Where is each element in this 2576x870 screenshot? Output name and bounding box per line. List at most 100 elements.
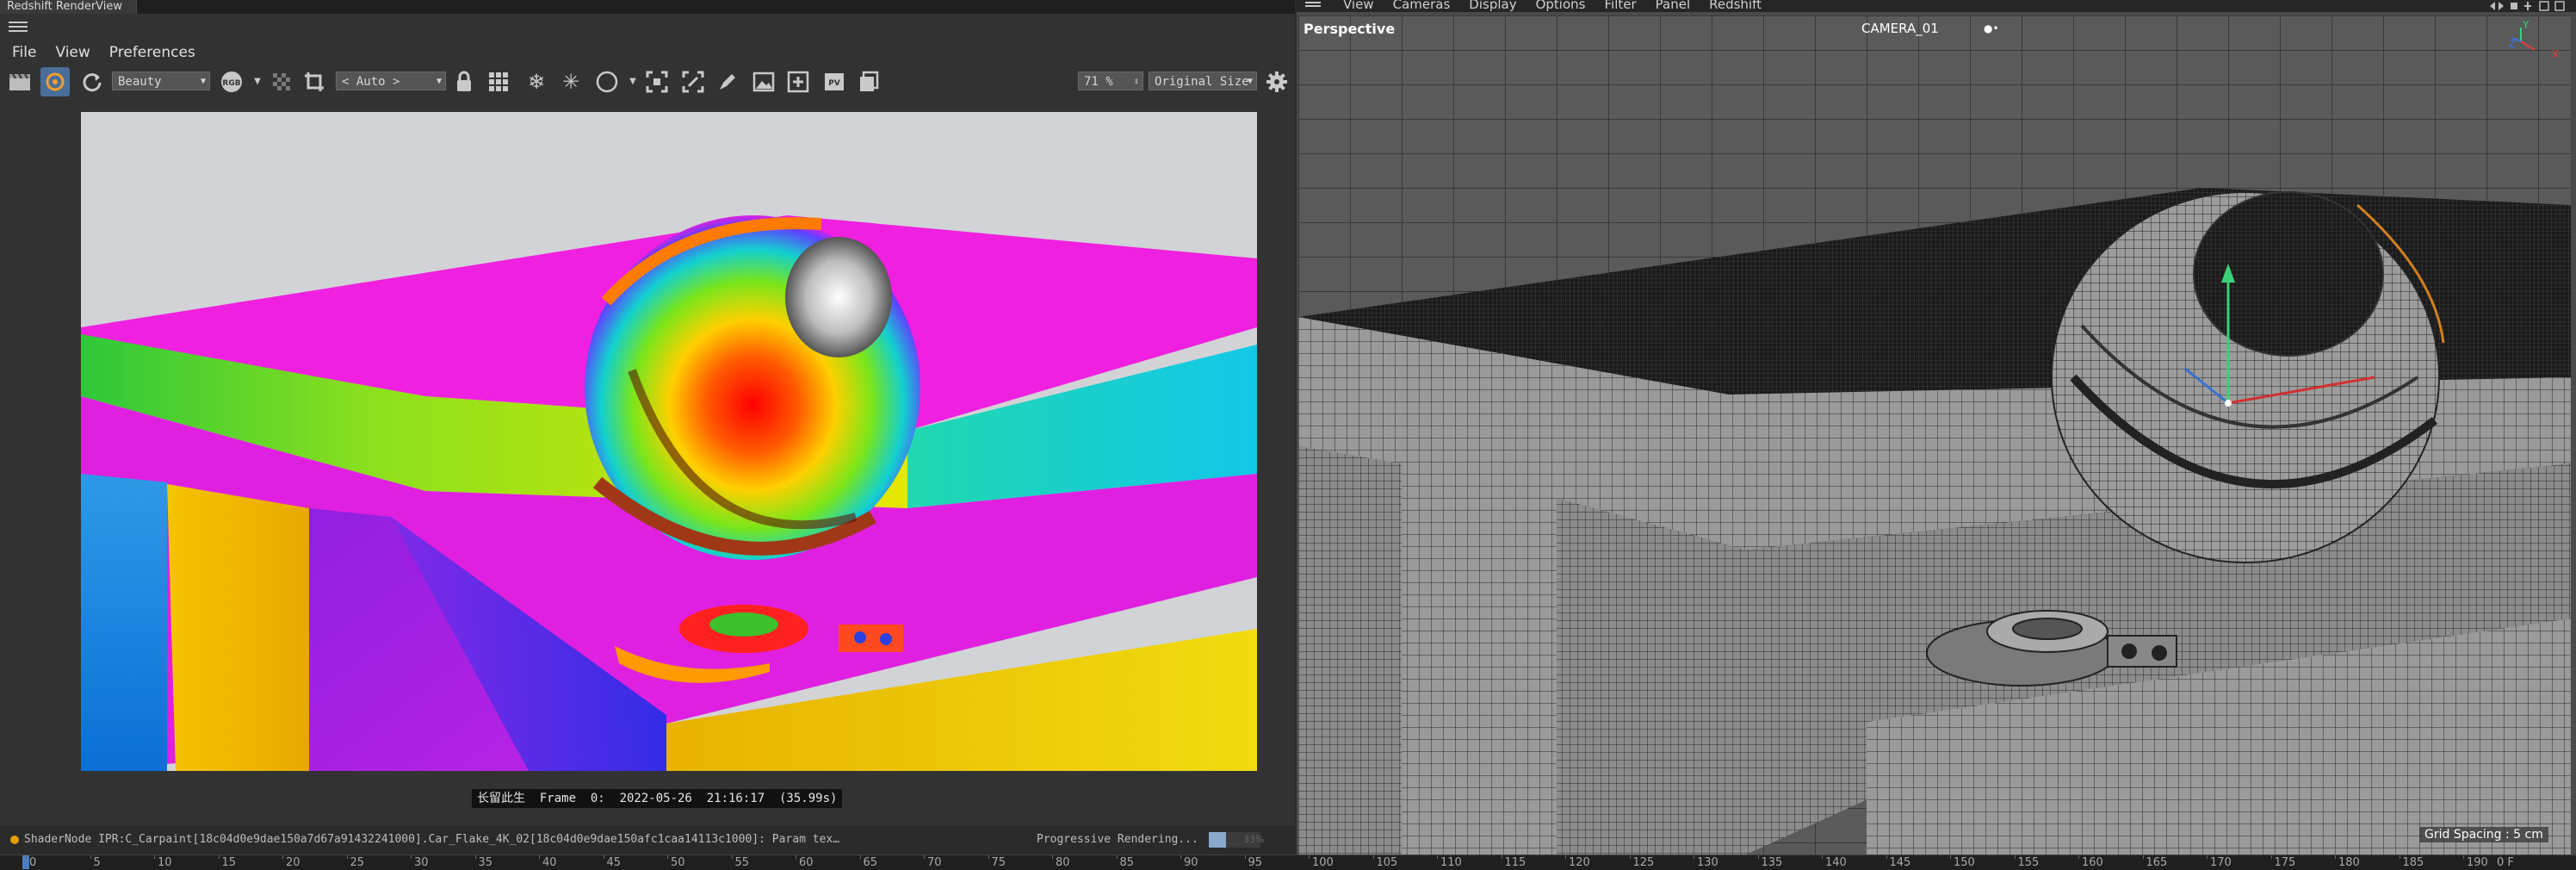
clapper-icon[interactable]: [5, 67, 34, 96]
timeline-tick-mark: [1757, 855, 1759, 859]
timeline-tick-label: 115: [1504, 856, 1526, 869]
axis-y-label: Y: [2523, 19, 2530, 31]
viewport-camera-label[interactable]: CAMERA_01: [1861, 21, 1939, 36]
size-select-value: Original Size: [1155, 75, 1249, 89]
camera-icon[interactable]: ●•: [1984, 22, 1999, 34]
grid-icon[interactable]: [484, 67, 513, 96]
timeline-tick-label: 135: [1761, 856, 1783, 869]
crop-icon[interactable]: [300, 67, 329, 96]
timeline-tick-label: 20: [286, 856, 300, 869]
timeline-tick-mark: [731, 855, 733, 859]
timeline-tick-label: 185: [2402, 856, 2424, 869]
pv-icon[interactable]: PV: [820, 67, 849, 96]
timeline[interactable]: [0, 854, 2576, 870]
edit-icon[interactable]: [713, 67, 742, 96]
timeline-tick-label: 125: [1632, 856, 1655, 869]
menu-file[interactable]: File: [12, 43, 36, 62]
timeline-tick-label: 0: [29, 856, 37, 869]
aov-select-value: Beauty: [118, 75, 162, 89]
axis-x-label: X: [2552, 48, 2560, 60]
timeline-tick-mark: [924, 855, 925, 859]
timeline-tick-label: 180: [2338, 856, 2360, 869]
timeline-tick-label: 15: [221, 856, 237, 869]
status-text: ShaderNode IPR:C_Carpaint[18c04d0e9dae15…: [24, 833, 840, 846]
size-select[interactable]: Original Size ▼: [1149, 71, 1257, 90]
timeline-tick-mark: [474, 855, 476, 859]
timeline-tick-label: 30: [414, 856, 429, 869]
timeline-tick-label: 5: [93, 856, 101, 869]
timeline-tick-label: 140: [1825, 856, 1847, 869]
timeline-tick-label: 120: [1569, 856, 1590, 869]
zoom-value: 71 %: [1084, 75, 1113, 89]
timeline-tick-label: 65: [863, 856, 878, 869]
viewport-view-label[interactable]: Perspective: [1303, 21, 1395, 37]
timeline-tick-mark: [1052, 855, 1053, 859]
aov-select[interactable]: Beauty ▼: [112, 71, 210, 90]
settings-icon[interactable]: [1262, 67, 1291, 96]
timeline-tick-label: 50: [671, 856, 685, 869]
viewport-menu: View Cameras Display Options Filter Pane…: [1343, 0, 1762, 11]
lock-icon[interactable]: [449, 67, 479, 96]
region-icon[interactable]: [678, 67, 708, 96]
image-icon[interactable]: [749, 67, 778, 96]
render-image-svg: [81, 112, 1257, 771]
timeline-tick-mark: [1565, 855, 1566, 859]
viewport-3d[interactable]: [1298, 16, 2571, 854]
viewport-hamburger-icon[interactable]: [1305, 0, 1321, 9]
vp-menu-options[interactable]: Options: [1536, 0, 1586, 11]
timeline-tick-label: 155: [2017, 856, 2040, 869]
timeline-tick-label: 150: [1954, 856, 1975, 869]
ipr-icon[interactable]: [40, 67, 70, 96]
timeline-tick-label: 55: [734, 856, 750, 869]
timeline-end-label: 0 F: [2497, 856, 2514, 869]
chevron-down-icon: ▼: [436, 77, 442, 86]
timeline-tick-mark: [2078, 855, 2079, 859]
rgb-channel-icon[interactable]: RGB: [217, 67, 246, 96]
snowflake-alt-icon[interactable]: ✳: [556, 67, 585, 96]
timeline-tick-label: 60: [799, 856, 814, 869]
refresh-icon[interactable]: [77, 67, 107, 96]
timeline-tick-label: 110: [1440, 856, 1462, 869]
hamburger-menu-icon[interactable]: [9, 19, 28, 34]
renderview-titlebar: [0, 0, 1295, 14]
vp-menu-redshift[interactable]: Redshift: [1709, 0, 1762, 11]
timeline-tick-mark: [988, 855, 989, 859]
timeline-tick-mark: [1116, 855, 1118, 859]
copy-icon[interactable]: [854, 67, 883, 96]
add-icon[interactable]: [783, 67, 813, 96]
vp-menu-view[interactable]: View: [1343, 0, 1374, 11]
vp-menu-panel[interactable]: Panel: [1656, 0, 1690, 11]
render-image[interactable]: [81, 112, 1257, 771]
svg-text:PV: PV: [828, 79, 840, 88]
vp-menu-cameras[interactable]: Cameras: [1393, 0, 1451, 11]
timeline-tick-mark: [1244, 855, 1246, 859]
timeline-tick-label: 85: [1119, 856, 1135, 869]
camera-select[interactable]: < Auto > ▼: [336, 71, 446, 90]
stepper-icon: ⇕: [1133, 77, 1139, 86]
timeline-tick-label: 165: [2146, 856, 2168, 869]
menu-view[interactable]: View: [55, 43, 90, 62]
timeline-tick-mark: [411, 855, 412, 859]
snowflake-icon[interactable]: ❄: [522, 67, 551, 96]
zoom-input[interactable]: 71 % ⇕: [1078, 71, 1143, 90]
timeline-tick-mark: [282, 855, 283, 859]
timeline-tick-label: 130: [1697, 856, 1718, 869]
timeline-tick-mark: [859, 855, 861, 859]
timeline-tick-mark: [2463, 855, 2464, 859]
svg-text:RGB: RGB: [222, 79, 240, 88]
timeline-tick-label: 25: [350, 856, 365, 869]
grid-spacing-label: Grid Spacing : 5 cm: [2419, 827, 2548, 842]
timeline-tick-mark: [1180, 855, 1181, 859]
menu-preferences[interactable]: Preferences: [109, 43, 195, 62]
viewport-nav-icons[interactable]: [2486, 0, 2573, 16]
timeline-tick-mark: [2270, 855, 2272, 859]
fit-icon[interactable]: [642, 67, 672, 96]
timeline-tick-mark: [2207, 855, 2208, 859]
checker-icon[interactable]: [267, 67, 296, 96]
circle-icon[interactable]: [592, 67, 622, 96]
vp-menu-filter[interactable]: Filter: [1604, 0, 1636, 11]
vp-menu-display[interactable]: Display: [1469, 0, 1516, 11]
timeline-tick-mark: [90, 855, 91, 859]
progress-label: Progressive Rendering...: [1037, 833, 1198, 846]
timeline-tick-mark: [26, 855, 27, 859]
